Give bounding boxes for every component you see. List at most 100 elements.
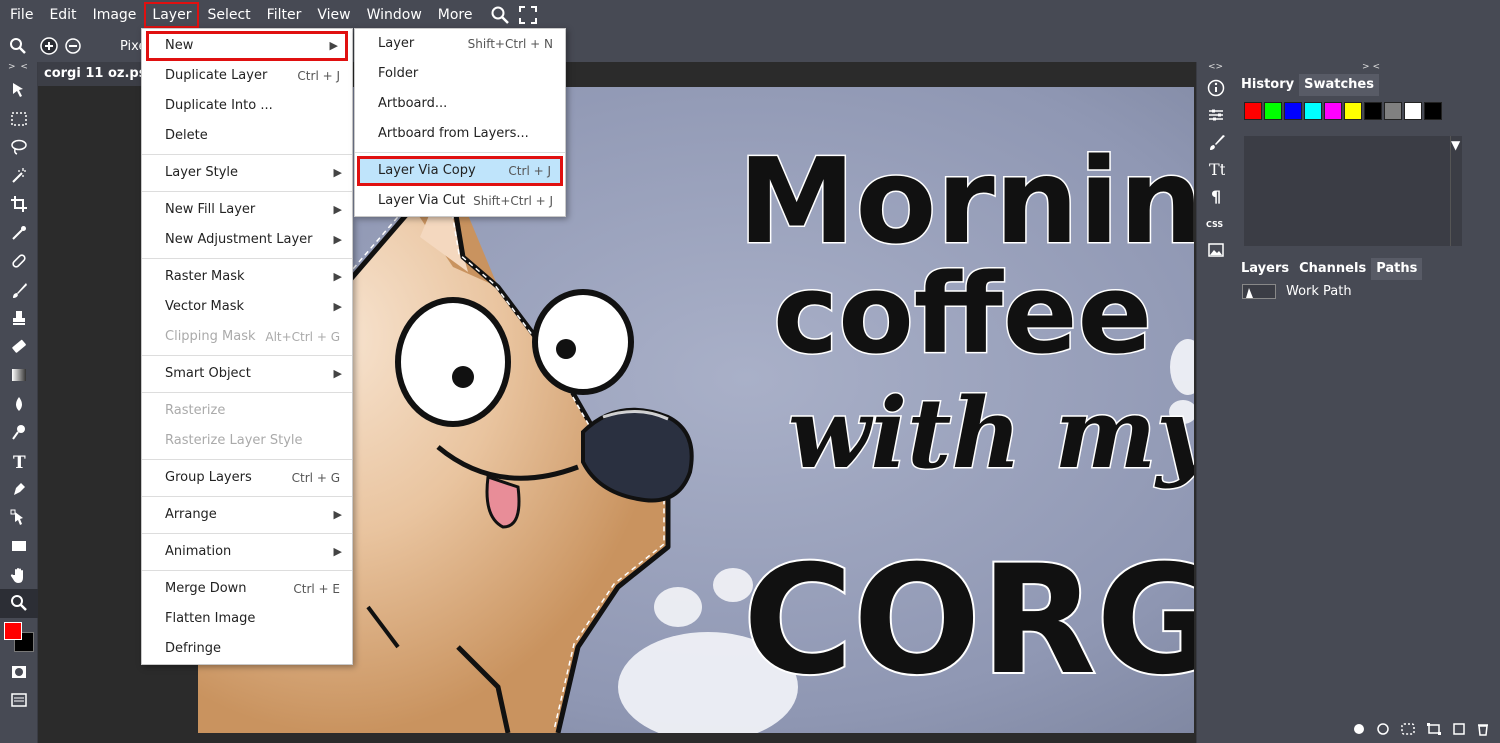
selection-to-path-icon[interactable] — [1426, 722, 1442, 736]
marquee-tool-icon[interactable] — [0, 105, 38, 134]
hand-tool-icon[interactable] — [0, 561, 38, 590]
brush-tool-icon[interactable] — [0, 276, 38, 305]
menu-image[interactable]: Image — [87, 4, 143, 26]
path-select-icon[interactable] — [0, 504, 38, 533]
image-icon[interactable] — [1197, 236, 1234, 263]
search-icon[interactable] — [489, 4, 511, 26]
zoom-out-icon[interactable] — [62, 35, 84, 57]
swatch-scrollbar[interactable] — [1450, 136, 1462, 246]
layer-menu-raster-mask[interactable]: Raster Mask ▶ — [142, 262, 352, 292]
quick-mask-icon[interactable] — [0, 658, 38, 687]
menu-more[interactable]: More — [432, 4, 479, 26]
swatch-gray[interactable] — [1384, 102, 1402, 120]
layer-menu-flatten-image[interactable]: Flatten Image — [142, 604, 352, 634]
gradient-tool-icon[interactable] — [0, 361, 38, 390]
swatch-blue[interactable] — [1284, 102, 1302, 120]
swatch-yellow[interactable] — [1344, 102, 1362, 120]
tab-layers[interactable]: Layers — [1236, 258, 1295, 280]
stamp-tool-icon[interactable] — [0, 304, 38, 333]
tab-channels[interactable]: Channels — [1294, 258, 1372, 280]
pen-tool-icon[interactable] — [0, 475, 38, 504]
info-icon[interactable] — [1197, 74, 1234, 101]
move-tool-icon[interactable] — [0, 76, 38, 105]
layer-menu-defringe[interactable]: Defringe — [142, 634, 352, 664]
rectangle-tool-icon[interactable] — [0, 532, 38, 561]
dodge-tool-icon[interactable] — [0, 418, 38, 447]
swatch-magenta[interactable] — [1324, 102, 1342, 120]
layer-menu-smart-object[interactable]: Smart Object ▶ — [142, 359, 352, 389]
menu-separator — [142, 258, 352, 259]
layer-menu-rasterize: Rasterize — [165, 403, 226, 418]
layer-menu-dropdown: New ▶ Duplicate Layer Ctrl + J Duplicate … — [141, 28, 353, 665]
document-tab[interactable]: corgi 11 oz.psd — [38, 62, 158, 86]
eraser-tool-icon[interactable] — [0, 333, 38, 362]
swatch-black-2[interactable] — [1424, 102, 1442, 120]
paragraph-icon[interactable]: ¶ — [1197, 182, 1234, 209]
swatch-dropdown-icon[interactable]: ▼ — [1451, 138, 1460, 152]
tab-swatches[interactable]: Swatches — [1299, 74, 1379, 96]
submenu-arrow-icon: ▶ — [333, 300, 342, 313]
stroke-path-icon[interactable] — [1376, 722, 1390, 736]
layer-menu-vector-mask[interactable]: Vector Mask ▶ — [142, 292, 352, 322]
layer-menu-new-adjustment-layer[interactable]: New Adjustment Layer ▶ — [142, 225, 352, 255]
lasso-tool-icon[interactable] — [0, 133, 38, 162]
magic-wand-icon[interactable] — [0, 162, 38, 191]
eyedropper-icon[interactable] — [0, 219, 38, 248]
tab-paths[interactable]: Paths — [1371, 258, 1423, 280]
new-submenu-folder[interactable]: Folder — [355, 59, 565, 89]
layer-menu-delete[interactable]: Delete — [142, 121, 352, 151]
tab-history[interactable]: History — [1236, 74, 1300, 96]
svg-text:T: T — [13, 453, 26, 470]
new-path-icon[interactable] — [1452, 722, 1466, 736]
submenu-arrow-icon: ▶ — [333, 270, 342, 283]
layer-menu-merge-down[interactable]: Merge Down Ctrl + E — [142, 574, 352, 604]
collapse-toggle[interactable]: > < — [0, 62, 37, 76]
new-submenu-artboard-from-layers[interactable]: Artboard from Layers... — [355, 119, 565, 149]
new-submenu-layer-via-copy[interactable]: Layer Via Copy Ctrl + J — [357, 156, 563, 186]
fullscreen-icon[interactable] — [517, 4, 539, 26]
menu-layer[interactable]: Layer — [144, 2, 200, 28]
swatch-black[interactable] — [1364, 102, 1382, 120]
layer-menu-layer-style[interactable]: Layer Style ▶ — [142, 158, 352, 188]
layer-menu-duplicate-into[interactable]: Duplicate Into ... — [142, 91, 352, 121]
foreground-color[interactable] — [4, 621, 22, 640]
brush-settings-icon[interactable] — [1197, 128, 1234, 155]
menu-window[interactable]: Window — [361, 4, 428, 26]
new-submenu-layer-via-cut[interactable]: Layer Via Cut Shift+Ctrl + J — [355, 186, 565, 216]
path-row[interactable]: Work Path — [1236, 280, 1500, 302]
crop-tool-icon[interactable] — [0, 190, 38, 219]
layer-menu-arrange[interactable]: Arrange ▶ — [142, 500, 352, 530]
character-icon[interactable]: Tt — [1197, 155, 1234, 182]
blur-tool-icon[interactable] — [0, 390, 38, 419]
swatch-green[interactable] — [1264, 102, 1282, 120]
zoom-in-icon[interactable] — [38, 35, 60, 57]
swatch-red[interactable] — [1244, 102, 1262, 120]
layer-menu-new[interactable]: New ▶ — [146, 31, 348, 61]
expand-toggle[interactable]: <> — [1197, 62, 1234, 74]
screen-mode-icon[interactable] — [0, 686, 38, 715]
menu-view[interactable]: View — [311, 4, 356, 26]
healing-brush-icon[interactable] — [0, 247, 38, 276]
swatch-cyan[interactable] — [1304, 102, 1322, 120]
swatch-white[interactable] — [1404, 102, 1422, 120]
submenu-arrow-icon: ▶ — [333, 166, 342, 179]
color-swatches[interactable] — [0, 618, 37, 658]
layer-menu-animation[interactable]: Animation ▶ — [142, 537, 352, 567]
menu-edit[interactable]: Edit — [43, 4, 82, 26]
menu-select[interactable]: Select — [201, 4, 256, 26]
menu-file[interactable]: File — [4, 4, 39, 26]
css-icon[interactable]: CSS — [1197, 209, 1234, 236]
panel-collapse-toggle[interactable]: > < — [1236, 62, 1500, 74]
menu-filter[interactable]: Filter — [261, 4, 308, 26]
zoom-tool-icon[interactable] — [0, 589, 38, 618]
new-submenu-layer[interactable]: Layer Shift+Ctrl + N — [355, 29, 565, 59]
new-submenu-artboard[interactable]: Artboard... — [355, 89, 565, 119]
fill-path-icon[interactable] — [1352, 722, 1366, 736]
adjustments-icon[interactable] — [1197, 101, 1234, 128]
delete-path-icon[interactable] — [1476, 722, 1490, 736]
layer-menu-new-fill-layer[interactable]: New Fill Layer ▶ — [142, 195, 352, 225]
layer-menu-group-layers[interactable]: Group Layers Ctrl + G — [142, 463, 352, 493]
layer-menu-duplicate-layer[interactable]: Duplicate Layer Ctrl + J — [142, 61, 352, 91]
type-tool-icon[interactable]: T — [0, 447, 38, 476]
path-to-selection-icon[interactable] — [1400, 722, 1416, 736]
